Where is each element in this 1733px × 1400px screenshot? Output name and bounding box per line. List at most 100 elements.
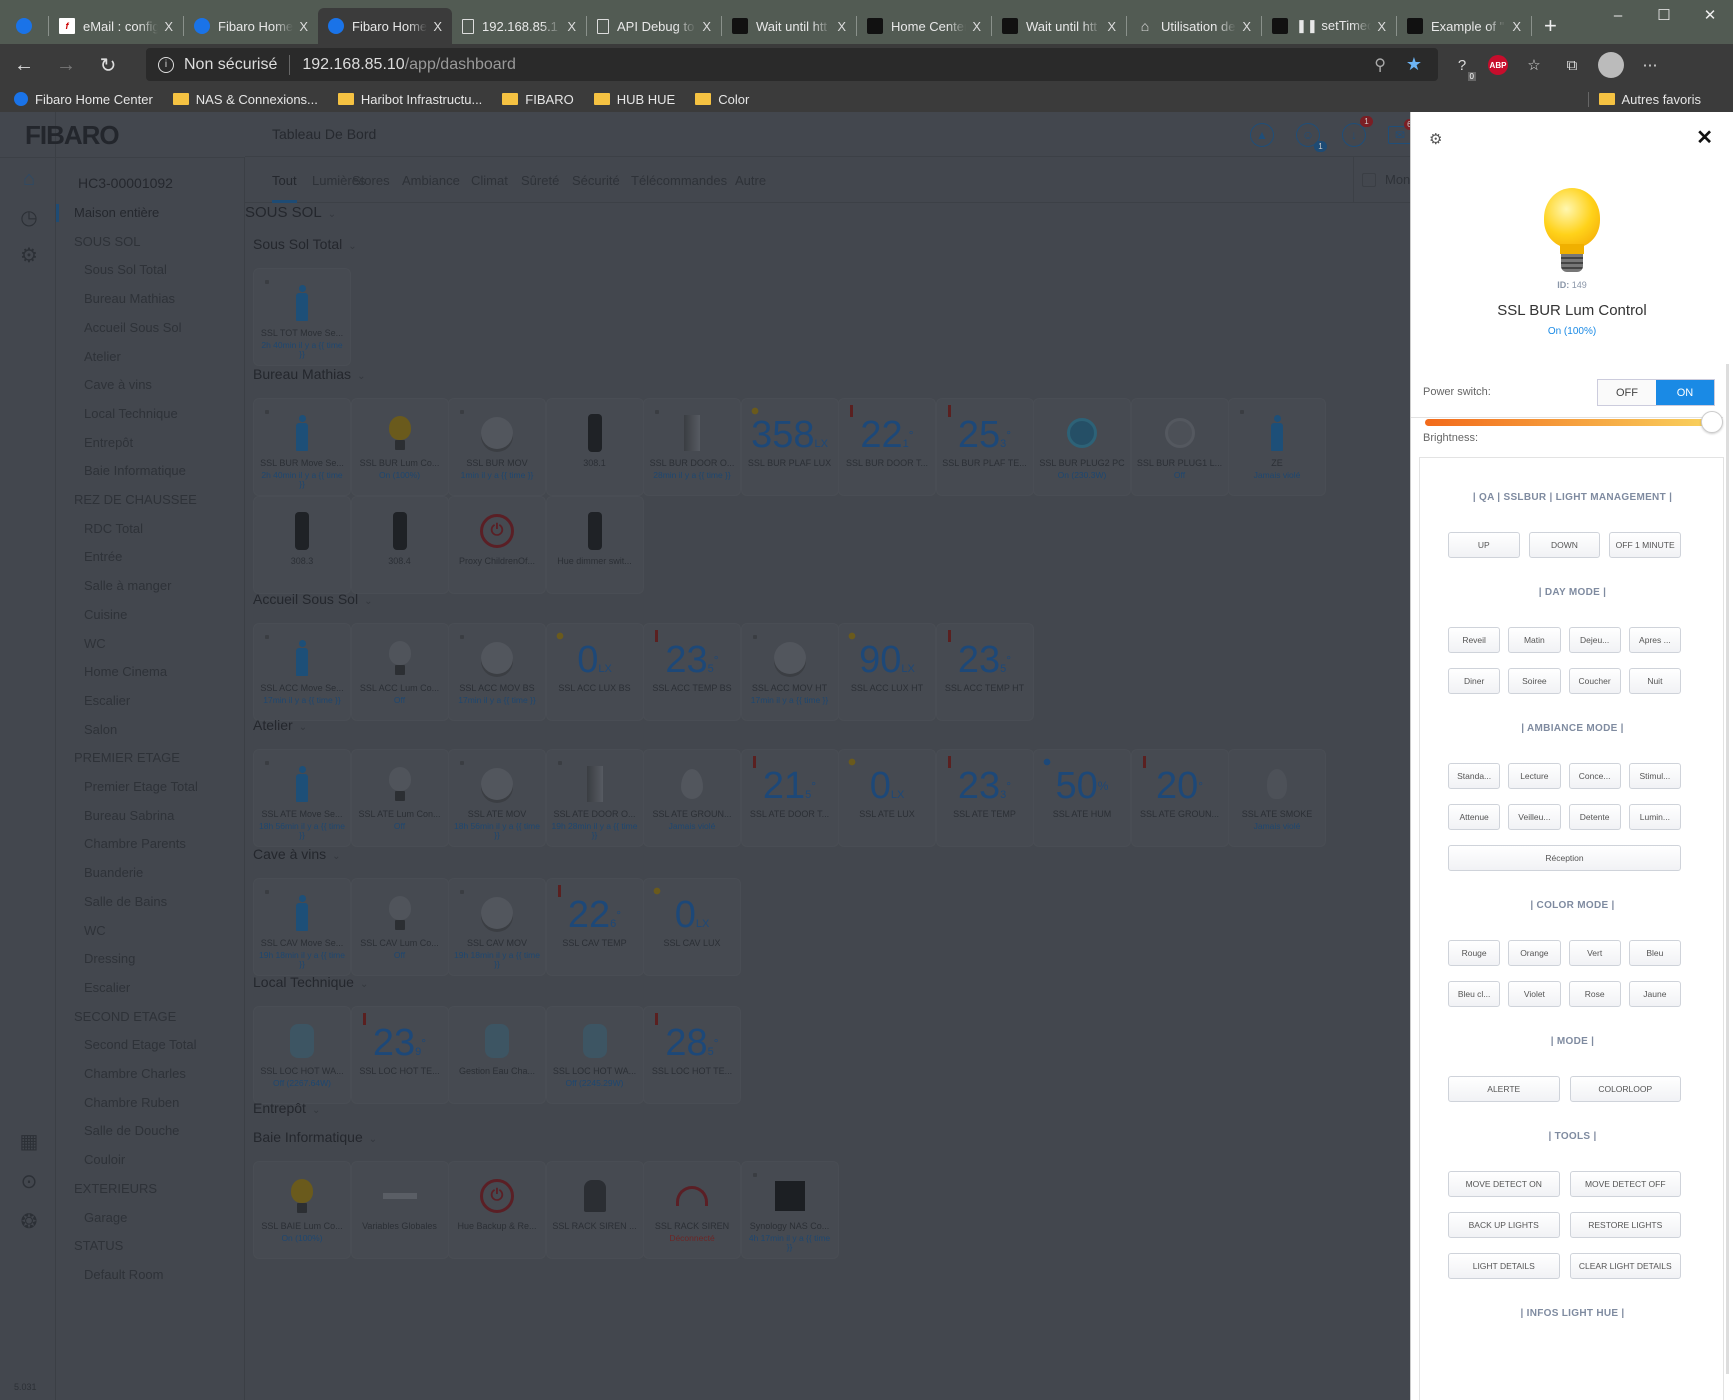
bookmark-item[interactable]: NAS & Connexions... — [172, 92, 318, 107]
qa-button[interactable]: Lumin... — [1628, 804, 1681, 830]
browser-tab[interactable]: Wait until htt X — [722, 8, 856, 44]
device-card[interactable]: 90LX SSL ACC LUX HT — [838, 623, 936, 721]
qa-button[interactable]: Conce... — [1568, 763, 1621, 789]
settings-gear-icon[interactable]: ⚙ — [18, 244, 40, 267]
sidebar-room-item[interactable]: Salle à manger — [84, 578, 171, 593]
power-on-button[interactable]: ON — [1656, 380, 1714, 405]
qa-button[interactable]: Standa... — [1448, 763, 1501, 789]
device-card[interactable]: SSL BUR MOV 1min il y a {{ time }} — [448, 398, 546, 496]
device-card[interactable]: 0LX SSL CAV LUX — [643, 878, 741, 976]
qa-button[interactable]: ALERTE — [1448, 1076, 1560, 1102]
power-off-button[interactable]: OFF — [1598, 380, 1656, 405]
device-card[interactable]: 0LX SSL ATE LUX — [838, 749, 936, 847]
device-card[interactable]: ⏻ Proxy ChildrenOf... — [448, 496, 546, 594]
qa-button[interactable]: Violet — [1508, 981, 1561, 1007]
sidebar-floor-34[interactable]: EXTERIEURS — [74, 1181, 157, 1196]
room-group-title[interactable]: Baie Informatique ⌄ — [253, 1129, 377, 1145]
device-card[interactable]: 308.1 — [545, 398, 644, 496]
filter-tab[interactable]: Sûreté — [521, 173, 559, 188]
qa-button[interactable]: OFF 1 MINUTE — [1609, 532, 1681, 558]
device-card[interactable]: ZE Jamais violé — [1228, 398, 1326, 496]
device-card[interactable]: 358LX SSL BUR PLAF LUX — [740, 398, 839, 496]
bookmark-other-favorites[interactable]: Autres favoris — [1587, 91, 1701, 107]
device-card[interactable]: Hue dimmer swit... — [545, 496, 644, 594]
qa-button[interactable]: Orange — [1508, 940, 1561, 966]
filter-tab[interactable]: Sécurité — [572, 173, 620, 188]
sidebar-room-item[interactable]: Escalier — [84, 980, 130, 995]
close-window-button[interactable]: ✕ — [1687, 0, 1733, 30]
sidebar-floor-28[interactable]: SECOND ETAGE — [74, 1009, 176, 1024]
floor-section-title[interactable]: SOUS SOL ⌄ — [245, 204, 336, 221]
sidebar-floor-36[interactable]: STATUS — [74, 1238, 123, 1253]
tab-close-icon[interactable]: X — [164, 19, 173, 34]
device-card[interactable]: 233° SSL ATE TEMP — [935, 749, 1034, 847]
sidebar-room-item[interactable]: Entrepôt — [84, 435, 133, 450]
sidebar-room-item[interactable]: Baie Informatique — [84, 463, 186, 478]
tab-close-icon[interactable]: X — [1377, 19, 1386, 34]
tab-close-icon[interactable]: X — [1242, 19, 1251, 34]
support-lifebuoy-icon[interactable]: ❂ — [18, 1210, 40, 1233]
zoom-out-icon[interactable]: ⚲ — [1374, 55, 1386, 75]
sidebar-room-item[interactable]: Chambre Parents — [84, 836, 186, 851]
reload-button[interactable]: ↻ — [90, 47, 126, 83]
favorite-star-icon[interactable]: ★ — [1406, 54, 1422, 75]
tab-close-icon[interactable]: X — [1512, 19, 1521, 34]
device-card[interactable]: SSL ATE Lum Con... Off — [350, 749, 449, 847]
browser-tab[interactable]: API Debug to X — [587, 8, 721, 44]
bookmark-item[interactable]: FIBARO — [502, 92, 574, 107]
updates-download-icon[interactable]: ↓ 1 — [1342, 116, 1373, 147]
qa-button[interactable]: Stimul... — [1628, 763, 1681, 789]
history-clock-icon[interactable]: ◷ — [18, 206, 40, 229]
qa-button[interactable]: Coucher — [1568, 668, 1621, 694]
qa-button[interactable]: DOWN — [1528, 532, 1601, 558]
extension-help-icon[interactable]: ? 0 — [1450, 53, 1476, 81]
device-card[interactable]: 253° SSL BUR PLAF TE... — [935, 398, 1034, 496]
device-card[interactable]: 239° SSL LOC HOT TE... — [350, 1006, 449, 1104]
device-card[interactable]: 235° SSL ACC TEMP BS — [643, 623, 741, 721]
more-menu-icon[interactable]: ⋯ — [1638, 53, 1662, 77]
qa-button[interactable]: Réception — [1448, 845, 1681, 871]
device-card[interactable]: 215° SSL ATE DOOR T... — [740, 749, 839, 847]
home-icon[interactable]: ⌂ — [18, 168, 40, 190]
sidebar-floor-19[interactable]: PREMIER ETAGE — [74, 750, 180, 765]
tab-close-icon[interactable]: X — [837, 19, 846, 34]
browser-tab[interactable]: Home Center X — [857, 8, 991, 44]
room-group-title[interactable]: Sous Sol Total ⌄ — [253, 236, 357, 252]
filter-tab[interactable]: Ambiance — [402, 173, 460, 188]
qa-button[interactable]: RESTORE LIGHTS — [1569, 1212, 1681, 1238]
filter-tab[interactable]: Stores — [352, 173, 390, 188]
device-card[interactable]: SSL ACC Lum Co... Off — [350, 623, 449, 721]
qa-button[interactable]: COLORLOOP — [1569, 1076, 1681, 1102]
sidebar-floor-10[interactable]: REZ DE CHAUSSEE — [74, 492, 197, 507]
sidebar-room-item[interactable]: Entrée — [84, 549, 122, 564]
favorites-list-icon[interactable]: ☆ — [1522, 53, 1546, 77]
bookmark-item[interactable]: Haribot Infrastructu... — [337, 92, 482, 107]
qa-button[interactable]: Diner — [1448, 668, 1501, 694]
qa-button[interactable]: LIGHT DETAILS — [1448, 1253, 1560, 1279]
maximize-button[interactable]: ☐ — [1641, 0, 1687, 30]
qa-button[interactable]: Jaune — [1628, 981, 1681, 1007]
sidebar-room-item[interactable]: Buanderie — [84, 865, 143, 880]
device-card[interactable]: SSL ACC MOV BS 17min il y a {{ time }} — [448, 623, 546, 721]
device-card[interactable]: SSL LOC HOT WA... Off (2267.64W) — [253, 1006, 351, 1104]
qa-button[interactable]: Detente — [1568, 804, 1621, 830]
adblock-plus-icon[interactable]: ABP — [1488, 55, 1508, 75]
device-settings-gear-icon[interactable]: ⚙ — [1429, 130, 1442, 148]
browser-tab[interactable]: Wait until htt X — [992, 8, 1126, 44]
device-card[interactable]: SSL ACC Move Se... 17min il y a {{ time }… — [253, 623, 351, 721]
room-group-title[interactable]: Accueil Sous Sol ⌄ — [253, 591, 372, 607]
tab-close-icon[interactable]: X — [972, 19, 981, 34]
sidebar-room-item[interactable]: Default Room — [84, 1267, 163, 1282]
device-card[interactable]: SSL RACK SIREN ... — [545, 1161, 644, 1259]
device-card[interactable]: SSL CAV Lum Co... Off — [350, 878, 449, 976]
qa-button[interactable]: Bleu cl... — [1448, 981, 1501, 1007]
sidebar-room-item[interactable]: Salle de Douche — [84, 1123, 179, 1138]
bookmark-item[interactable]: HUB HUE — [593, 92, 675, 107]
device-card[interactable]: 50% SSL ATE HUM — [1033, 749, 1131, 847]
qa-button[interactable]: Attenue — [1448, 804, 1501, 830]
sidebar-room-item[interactable]: Salle de Bains — [84, 894, 167, 909]
collections-icon[interactable]: ⧉ — [1560, 53, 1584, 77]
filter-tab[interactable]: Climat — [471, 173, 508, 188]
qa-button[interactable]: Rouge — [1448, 940, 1501, 966]
device-card[interactable]: 308.3 — [253, 496, 351, 594]
